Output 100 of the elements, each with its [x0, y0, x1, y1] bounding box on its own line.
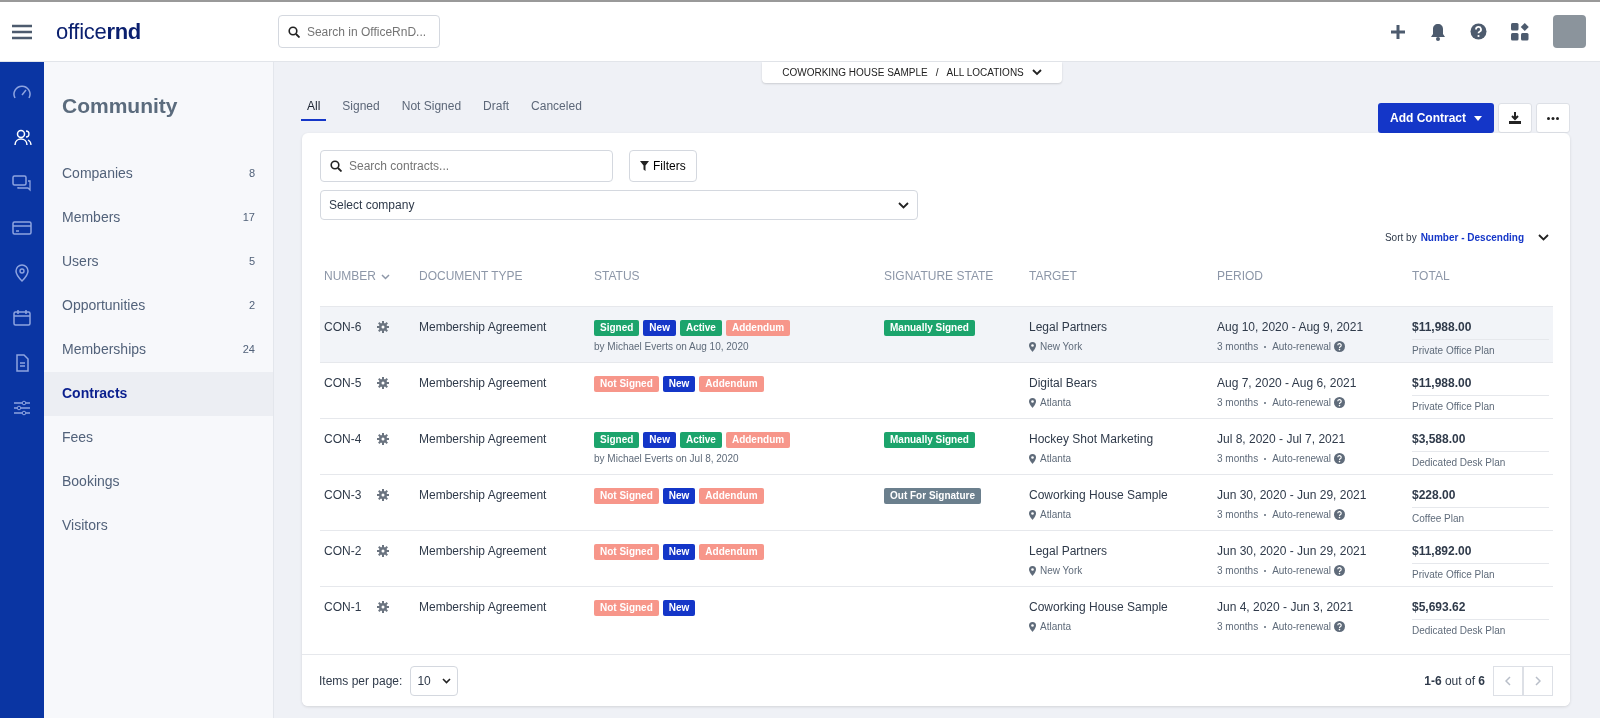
- status-tag: New: [643, 432, 676, 448]
- plan-name: Private Office Plan: [1412, 344, 1496, 358]
- search-field[interactable]: Search contracts...: [320, 150, 613, 182]
- location-selector[interactable]: COWORKING HOUSE SAMPLE / ALL LOCATIONS: [762, 62, 1062, 83]
- logo: officernd: [56, 18, 141, 46]
- help-icon[interactable]: [1334, 341, 1346, 352]
- document-type: Membership Agreement: [419, 376, 547, 390]
- plan-name: Dedicated Desk Plan: [1412, 624, 1507, 638]
- gear-icon[interactable]: [377, 321, 390, 333]
- count-label: 17: [242, 210, 255, 226]
- status-tag: Active: [679, 320, 722, 336]
- total-amount: $228.00: [1412, 486, 1549, 508]
- chat-icon[interactable]: [12, 172, 32, 193]
- sort-dropdown[interactable]: Number - Descending: [1420, 230, 1524, 245]
- menu-icon[interactable]: [12, 23, 32, 40]
- search-field[interactable]: Search in OfficeRnD...: [277, 15, 440, 48]
- download-button[interactable]: [1498, 103, 1532, 133]
- sidebar-item[interactable]: Fees: [44, 415, 273, 460]
- plan-name: Dedicated Desk Plan: [1412, 456, 1507, 470]
- total-amount: $11,988.00: [1412, 318, 1549, 340]
- sidebar-item[interactable]: Members 17: [44, 195, 273, 240]
- contract-number[interactable]: CON-3: [324, 486, 362, 504]
- duration-text: 3 months: [1217, 452, 1259, 466]
- contract-number[interactable]: CON-6: [324, 318, 362, 336]
- sidebar-item[interactable]: Companies 8: [44, 151, 273, 196]
- column-header: TARGET: [1029, 269, 1077, 283]
- renewal-text: Auto-renewal: [1272, 340, 1332, 354]
- sidebar-item[interactable]: Bookings: [44, 459, 273, 504]
- period-text: Jun 30, 2020 - Jun 29, 2021: [1217, 487, 1368, 504]
- duration-text: 3 months: [1217, 564, 1259, 578]
- location-text: Atlanta: [1040, 452, 1072, 466]
- period-text: Jun 30, 2020 - Jun 29, 2021: [1217, 543, 1368, 560]
- help-icon[interactable]: [1334, 453, 1346, 464]
- apps-icon[interactable]: [1511, 22, 1529, 41]
- map-pin-icon[interactable]: [12, 262, 32, 283]
- filter-tab[interactable]: All: [301, 91, 327, 121]
- map-pin-icon: [1029, 341, 1036, 352]
- signature-tag: Manually Signed: [884, 320, 975, 336]
- table-row[interactable]: CON-2 Membership Agreement Not Signed New Addendum Legal Partners New York Jun 30, 2020 - Jun 29, 2021 3 months Auto-renewal $11,892.00 Private Office Plan: [320, 530, 1553, 587]
- target-name[interactable]: Hockey Shot Marketing: [1029, 430, 1209, 448]
- gear-icon[interactable]: [377, 433, 390, 445]
- more-icon: [1547, 116, 1559, 120]
- sidebar-item[interactable]: Memberships 24: [44, 327, 273, 372]
- chevron-down-icon[interactable]: [1538, 234, 1549, 241]
- filter-tab[interactable]: Canceled: [525, 91, 588, 121]
- gear-icon[interactable]: [377, 601, 390, 613]
- download-icon: [1509, 112, 1521, 124]
- period-text: Aug 7, 2020 - Aug 6, 2021: [1217, 375, 1358, 392]
- map-pin-icon: [1029, 621, 1036, 632]
- filter-tab[interactable]: Draft: [477, 91, 516, 121]
- target-name[interactable]: Legal Partners: [1029, 318, 1209, 336]
- status-tag: Not Signed: [594, 376, 659, 392]
- duration-text: 3 months: [1217, 508, 1259, 522]
- plus-icon[interactable]: [1390, 23, 1406, 40]
- help-icon[interactable]: [1334, 397, 1346, 408]
- bell-icon[interactable]: [1430, 22, 1446, 41]
- total-amount: $5,693.62: [1412, 598, 1549, 620]
- target-name[interactable]: Coworking House Sample: [1029, 486, 1209, 504]
- target-name[interactable]: Coworking House Sample: [1029, 598, 1209, 616]
- target-name[interactable]: Digital Bears: [1029, 374, 1209, 392]
- per-page-select[interactable]: 10: [410, 665, 459, 696]
- location-text: New York: [1040, 340, 1083, 354]
- sidebar-item[interactable]: Visitors: [44, 503, 273, 548]
- contract-number[interactable]: CON-1: [324, 598, 362, 616]
- duration-text: 3 months: [1217, 396, 1259, 410]
- table-row[interactable]: CON-3 Membership Agreement Not Signed New Addendum Out For Signature Coworking House Sample Atlanta Jun 30, 2020 - Jun 29, 2021 3 months Auto-renewal $228.00 Coffee Plan: [320, 474, 1553, 531]
- filter-tab[interactable]: Not Signed: [395, 91, 468, 121]
- target-name[interactable]: Legal Partners: [1029, 542, 1209, 560]
- add-contract-button[interactable]: Add Contract: [1378, 103, 1494, 133]
- table-row[interactable]: CON-5 Membership Agreement Not Signed New Addendum Digital Bears Atlanta Aug 7, 2020 - Aug 6, 2021 3 months Auto-renewal $11,988.00 Private Office Plan: [320, 362, 1553, 419]
- gear-icon[interactable]: [377, 545, 390, 557]
- help-icon[interactable]: [1334, 565, 1346, 576]
- contract-number[interactable]: CON-2: [324, 542, 362, 560]
- calendar-icon[interactable]: [12, 307, 32, 328]
- table-row[interactable]: CON-1 Membership Agreement Not Signed New Coworking House Sample Atlanta Jun 4, 2020 - Jun 3, 2021 3 months Auto-renewal $5,693.62 Dedicated Desk Plan: [320, 586, 1553, 643]
- contract-number[interactable]: CON-5: [324, 374, 362, 392]
- status-tag: New: [662, 544, 696, 560]
- gear-icon[interactable]: [377, 377, 390, 389]
- help-icon[interactable]: [1470, 23, 1487, 40]
- status-tag: Addendum: [699, 376, 764, 392]
- company-select[interactable]: Select company: [320, 190, 918, 220]
- sidebar-item[interactable]: Contracts: [44, 371, 273, 416]
- help-icon[interactable]: [1334, 509, 1346, 520]
- filter-tab[interactable]: Signed: [336, 91, 386, 121]
- contract-number[interactable]: CON-4: [324, 430, 362, 448]
- filters-button[interactable]: Filters: [629, 150, 697, 182]
- table-row[interactable]: [320, 306, 1553, 363]
- signature-tag: Out For Signature: [884, 488, 981, 504]
- renewal-text: Auto-renewal: [1272, 396, 1332, 410]
- section-title: Community: [61, 93, 179, 119]
- people-icon[interactable]: [12, 127, 32, 148]
- help-icon[interactable]: [1334, 621, 1346, 632]
- sidebar-item[interactable]: Users 5: [44, 239, 273, 284]
- map-pin-icon: [1029, 565, 1036, 576]
- location-text: Atlanta: [1040, 396, 1072, 410]
- period-text: Jun 4, 2020 - Jun 3, 2021: [1217, 599, 1355, 616]
- sidebar-item[interactable]: Opportunities 2: [44, 283, 273, 328]
- period-text: Jul 8, 2020 - Jul 7, 2021: [1217, 431, 1347, 448]
- search-icon: [330, 160, 342, 172]
- gear-icon[interactable]: [377, 489, 390, 501]
